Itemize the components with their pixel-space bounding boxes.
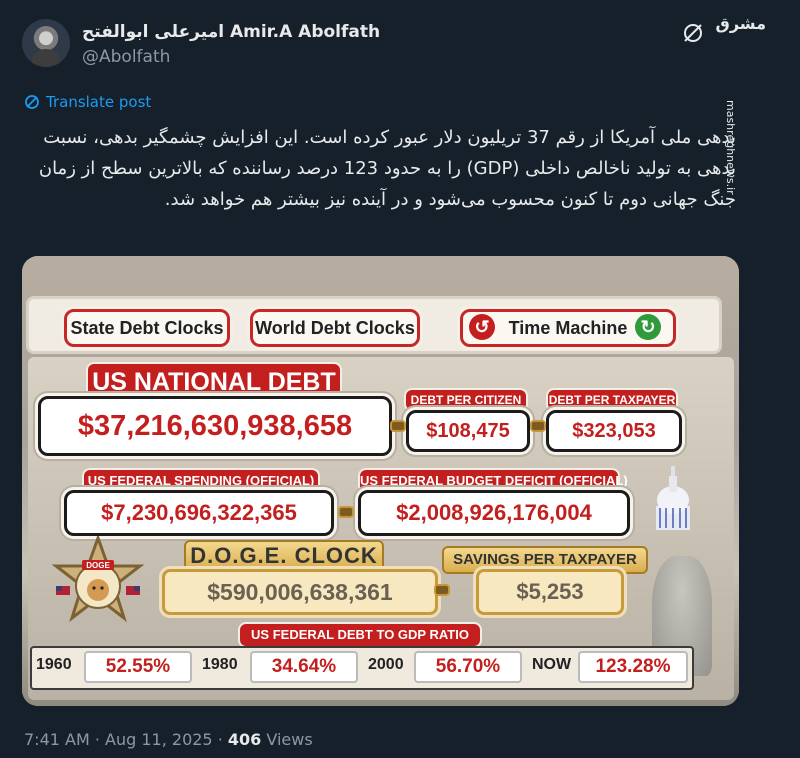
tab-time-machine: ↺ Time Machine ↻ [460,309,676,347]
capitol-icon [656,466,690,530]
chain-link [390,420,406,432]
translate-label: Translate post [46,93,152,111]
chain-link [338,506,354,518]
debt-per-taxpayer-label: DEBT PER TAXPAYER [548,390,676,410]
ratio-value: 56.70% [414,651,522,683]
rewind-icon: ↺ [469,314,495,340]
tweet-meta: 7:41 AM · Aug 11, 2025 · 406 Views [24,730,313,749]
us-federal-spending-value: $7,230,696,322,365 [64,490,334,536]
tweet-timestamp[interactable]: 7:41 AM · Aug 11, 2025 · [24,730,223,749]
ratio-value: 123.28% [578,651,688,683]
us-national-debt-label: US NATIONAL DEBT [88,364,340,400]
debt-per-citizen-label: DEBT PER CITIZEN [406,390,526,410]
tweet-image[interactable]: State Debt Clocks World Debt Clocks ↺ Ti… [22,256,739,706]
chain-link [530,420,546,432]
debt-per-taxpayer-value: $323,053 [546,410,682,452]
chain-link [434,584,450,596]
watermark: مشرق mashreghnews.ir [716,0,794,758]
debt-to-gdp-label: US FEDERAL DEBT TO GDP RATIO [240,624,480,646]
ratio-value: 52.55% [84,651,192,683]
time-machine-label: Time Machine [508,318,628,338]
tab-world-debt-clocks: World Debt Clocks [250,309,420,347]
forward-icon: ↻ [635,314,661,340]
us-federal-budget-deficit-label: US FEDERAL BUDGET DEFICIT (OFFICIAL) [360,470,628,492]
author-name[interactable]: امیرعلی ابوالفتح Amir.A Abolfath [82,22,380,42]
doge-badge-text: DOGE [86,561,110,570]
translate-post-link[interactable]: Translate post [24,93,151,111]
ratio-year: NOW [532,656,572,673]
translate-icon [25,95,39,109]
views-count: 406 [227,730,262,749]
author-handle[interactable]: @Abolfath [82,47,170,67]
debt-per-citizen-value: $108,475 [406,410,530,452]
ratio-value: 34.64% [250,651,358,683]
savings-per-taxpayer-value: $5,253 [476,569,624,615]
us-national-debt-value: $37,216,630,938,658 [38,396,392,456]
tweet-text: بدهی ملی آمریکا از رقم 37 تریلیون دلار ع… [38,127,736,210]
grok-icon[interactable] [682,22,704,44]
ratio-year: 1960 [36,656,72,673]
avatar[interactable] [22,19,70,67]
watermark-logo: مشرق [715,14,766,33]
views-label: Views [266,730,313,749]
doge-badge: DOGE [51,536,145,623]
doge-clock-value: $590,006,638,361 [162,569,438,615]
ratio-year: 2000 [368,656,404,673]
us-federal-spending-label: US FEDERAL SPENDING (OFFICIAL) [84,470,318,492]
ratio-year: 1980 [202,656,238,673]
tab-state-debt-clocks: State Debt Clocks [64,309,230,347]
us-federal-budget-deficit-value: $2,008,926,176,004 [358,490,630,536]
doge-clock-label: D.O.G.E. CLOCK [184,540,384,572]
